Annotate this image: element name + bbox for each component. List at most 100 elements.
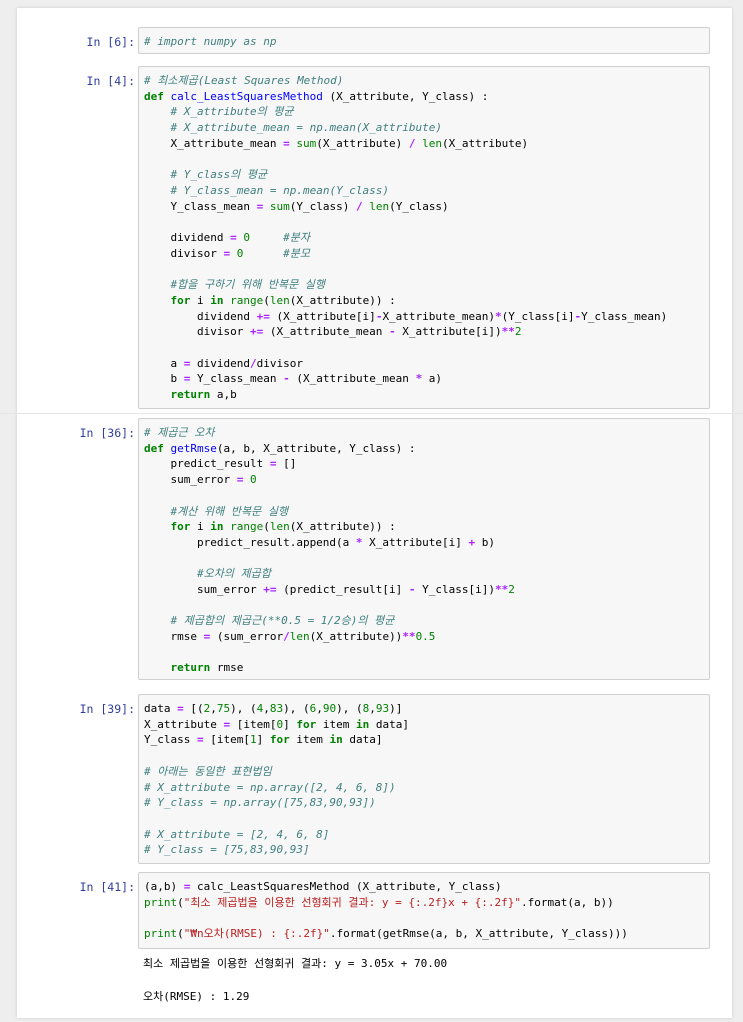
code-token: +=	[249, 325, 264, 339]
code-token: (X_attribute)	[316, 136, 409, 150]
code-token: dividend	[190, 356, 250, 370]
code-input[interactable]: data = [(2,75), (4,83), (6,90), (8,93)] X…	[138, 694, 710, 864]
code-token: (X_attribute)	[442, 136, 529, 150]
code-token: 90	[322, 702, 337, 715]
code-token: # Y_class_mean = np.mean(Y_class)	[170, 183, 390, 197]
code-line: # X_attribute = np.array([2, 4, 6, 8])	[144, 780, 703, 796]
code-token: for	[296, 717, 317, 731]
code-token: ), (	[230, 702, 257, 715]
code-input[interactable]: # import numpy as np	[138, 27, 710, 54]
code-token: (	[263, 293, 270, 307]
code-token: X_attribute_mean	[144, 136, 284, 150]
code-token: (	[263, 520, 270, 534]
code-token: # import numpy as np	[144, 35, 277, 48]
code-line: rmse = (sum_error/len(X_attribute))**0.5	[144, 629, 703, 645]
output-line: 오차(RMSE) : 1.29	[143, 990, 250, 1003]
code-line: print("₩n오차(RMSE) : {:.2f}".format(getRm…	[144, 926, 703, 942]
scroll-divider	[0, 413, 743, 414]
cell-prompt: In [4]:	[86, 74, 135, 88]
code-token: predict_result.append(a	[144, 535, 356, 549]
code-token: def	[144, 89, 164, 103]
code-token: in	[355, 717, 370, 731]
code-line: divisor += (X_attribute_mean - X_attribu…	[144, 324, 703, 340]
code-token: .format(getRmse(a, b, X_attribute, Y_cla…	[329, 927, 628, 941]
code-token: return	[170, 388, 211, 401]
code-line: print("최소 제곱법을 이용한 선형회귀 결과: y = {:.2f}x …	[144, 895, 703, 911]
code-line: (a,b) = calc_LeastSquaresMethod (X_attri…	[144, 879, 703, 895]
code-token: divisor	[144, 325, 250, 339]
code-token: (X_attribute, Y_class) :	[322, 89, 489, 103]
code-token: for	[170, 520, 191, 534]
code-token: (X_attribute_mean	[289, 372, 416, 386]
code-token: # X_attribute = np.array([2, 4, 6, 8])	[144, 780, 396, 794]
code-token: calc_LeastSquaresMethod	[170, 89, 323, 103]
code-token: in	[210, 520, 224, 534]
code-input[interactable]: (a,b) = calc_LeastSquaresMethod (X_attri…	[138, 872, 710, 949]
code-token: Y_class_mean	[144, 199, 257, 213]
code-line: sum_error += (predict_result[i] - Y_clas…	[144, 582, 703, 598]
code-token: #분모	[283, 246, 310, 260]
code-token: for	[170, 293, 191, 307]
code-token: sum	[296, 136, 317, 150]
code-token: [item[	[230, 717, 277, 731]
code-line: X_attribute_mean = sum(X_attribute) / le…	[144, 136, 703, 152]
code-token: print	[144, 895, 178, 909]
code-input[interactable]: # 최소제곱(Least Squares Method) def calc_Lea…	[138, 66, 710, 409]
code-token: range	[230, 520, 264, 534]
code-token: a,b	[210, 388, 237, 401]
code-text: # 최소제곱(Least Squares Method) def calc_Lea…	[144, 73, 703, 403]
code-token: /	[355, 199, 363, 213]
code-token: **	[501, 325, 515, 339]
code-token: ,	[316, 702, 323, 715]
code-token: def	[144, 441, 164, 455]
code-token: ,	[210, 702, 217, 715]
code-token: Y_class_mean)	[581, 309, 668, 323]
code-token: len	[369, 199, 390, 213]
code-token: sum	[269, 199, 290, 213]
code-token: len	[269, 520, 290, 534]
code-text: # import numpy as np	[144, 34, 703, 50]
code-token: # 최소제곱(Least Squares Method)	[144, 74, 344, 87]
cell-prompt: In [39]:	[79, 702, 135, 716]
code-token: a)	[422, 372, 443, 386]
code-token: # Y_class = np.array([75,83,90,93])	[144, 796, 376, 810]
code-line: data = [(2,75), (4,83), (6,90), (8,93)]	[144, 701, 703, 717]
code-token: X_attribute[i]	[362, 535, 469, 549]
code-token: +=	[263, 583, 277, 596]
code-token: -	[408, 583, 416, 596]
code-token: len	[269, 293, 290, 307]
code-input[interactable]: # 제곱근 오차 def getRmse(a, b, X_attribute, Y…	[138, 418, 710, 680]
code-line: predict_result.append(a * X_attribute[i]…	[144, 535, 703, 551]
code-token: print	[144, 927, 178, 941]
code-line: # 제곱근 오차	[144, 425, 703, 441]
code-line: # 아래는 동일한 표현법임	[144, 764, 703, 780]
code-token: sum_error	[144, 583, 264, 596]
code-token: predict_result	[144, 457, 270, 471]
code-token: =	[230, 231, 237, 244]
code-token: # X_attribute_mean = np.mean(X_attribute…	[170, 121, 443, 135]
code-token: #오차의 제곱합	[196, 567, 271, 581]
code-token: divisor	[144, 246, 224, 260]
code-line: Y_class = [item[1] for item in data]	[144, 732, 703, 748]
code-token: # 제곱근 오차	[144, 426, 215, 439]
code-token: -	[283, 372, 290, 386]
code-line: # Y_class의 평균	[144, 167, 703, 183]
code-line: dividend = 0 #분자	[144, 230, 703, 246]
cell-output: 최소 제곱법을 이용한 선형회귀 결과: y = 3.05x + 70.00 오…	[143, 956, 703, 1022]
code-line: # 최소제곱(Least Squares Method)	[144, 73, 703, 89]
code-line: # import numpy as np	[144, 34, 703, 50]
code-token: ]	[256, 733, 270, 747]
code-line: sum_error = 0	[144, 472, 703, 488]
code-token: (a, b, X_attribute, Y_class) :	[216, 441, 416, 455]
code-token: rmse	[144, 630, 204, 644]
